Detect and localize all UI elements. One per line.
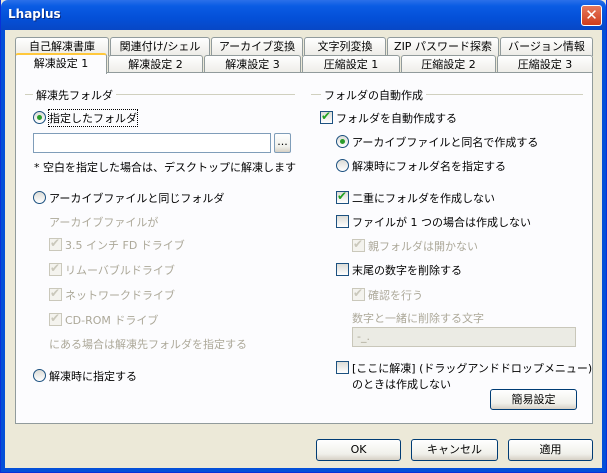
tab-archive-convert[interactable]: アーカイブ変換 (211, 37, 303, 56)
tab-extract-1[interactable]: 解凍設定 1 (15, 53, 107, 74)
tab-string-convert[interactable]: 文字列変換 (304, 37, 386, 56)
check-delete-trailing-digits[interactable] (336, 263, 349, 276)
check-no-open-parent-label: 親フォルダは開かない (368, 240, 478, 253)
radio-same-name-label[interactable]: アーカイブファイルと同名で作成する (352, 134, 538, 150)
extract-folder-group-title: 解凍先フォルダ (33, 87, 116, 103)
delete-chars-label: 数字と一緒に削除する文字 (352, 312, 484, 325)
browse-button[interactable]: ... (274, 133, 291, 153)
radio-ask-on-extract-label[interactable]: 解凍時に指定する (49, 368, 137, 384)
ok-button[interactable]: OK (316, 439, 401, 461)
cancel-button[interactable]: キャンセル (411, 439, 498, 461)
check-dnd-no-create-label-2: のときは作成しない (352, 378, 451, 391)
extract-path-input[interactable] (33, 133, 271, 153)
check-single-file-label[interactable]: ファイルが 1 つの場合は作成しない (352, 214, 531, 230)
simple-settings-button[interactable]: 簡易設定 (490, 389, 577, 410)
window-title: Lhaplus (8, 7, 61, 21)
window-frame-left (1, 30, 5, 472)
delete-chars-input[interactable]: -_. (352, 327, 576, 347)
check-cdrom-drive-label: CD-ROM ドライブ (65, 314, 159, 327)
radio-ask-name-label[interactable]: 解凍時にフォルダ名を指定する (352, 158, 506, 174)
close-button[interactable]: ✕ (581, 5, 602, 26)
tab-association[interactable]: 関連付け/シェル (110, 37, 210, 56)
check-delete-trailing-digits-label[interactable]: 末尾の数字を削除する (352, 262, 462, 278)
auto-folder-group-title: フォルダの自動作成 (321, 87, 426, 103)
check-auto-create-label[interactable]: フォルダを自動作成する (336, 110, 457, 126)
check-no-double-label[interactable]: 二重にフォルダを作成しない (352, 190, 495, 206)
check-removable-drive-label: リムーバブルドライブ (65, 264, 175, 277)
check-auto-create[interactable] (320, 109, 333, 124)
check-confirm-label: 確認を行う (368, 289, 423, 302)
check-network-drive[interactable] (49, 286, 62, 301)
window-frame-right (602, 30, 606, 472)
tab-zip-password[interactable]: ZIP パスワード探索 (387, 37, 499, 56)
check-removable-drive[interactable] (49, 261, 62, 276)
archive-if-label: アーカイブファイルが (49, 216, 159, 229)
empty-path-note: * 空白を指定した場合は、デスクトップに解凍します (34, 161, 296, 174)
radio-same-name[interactable] (336, 135, 349, 148)
radio-ask-name[interactable] (336, 159, 349, 172)
radio-same-folder-label[interactable]: アーカイブファイルと同じフォルダ (49, 190, 224, 206)
drive-note: にある場合は解凍先フォルダを指定する (49, 338, 247, 351)
check-fd-drive[interactable] (49, 236, 62, 251)
check-network-drive-label: ネットワークドライブ (65, 289, 175, 302)
radio-specified-folder-label[interactable]: 指定したフォルダ (48, 109, 138, 127)
apply-button[interactable]: 適用 (508, 439, 593, 461)
tab-version[interactable]: バージョン情報 (500, 37, 593, 56)
radio-same-folder[interactable] (33, 191, 46, 204)
check-fd-drive-label: 3.5 インチ FD ドライブ (65, 239, 185, 252)
window-frame-bottom (1, 468, 606, 472)
check-no-open-parent[interactable] (352, 237, 365, 252)
radio-ask-on-extract[interactable] (33, 369, 46, 382)
close-icon: ✕ (585, 6, 598, 24)
check-cdrom-drive[interactable] (49, 311, 62, 326)
title-bar[interactable]: Lhaplus ✕ (1, 0, 606, 30)
check-dnd-no-create-label[interactable]: [ここに解凍] (ドラッグアンドドロップメニュー) (352, 360, 592, 376)
check-dnd-no-create[interactable] (336, 361, 349, 374)
settings-window: Lhaplus ✕ 自己解凍書庫 関連付け/シェル アーカイブ変換 文字列変換 … (0, 0, 607, 473)
check-single-file[interactable] (336, 215, 349, 228)
radio-specified-folder[interactable] (33, 111, 46, 124)
check-confirm[interactable] (352, 286, 365, 301)
check-no-double[interactable] (336, 189, 349, 204)
